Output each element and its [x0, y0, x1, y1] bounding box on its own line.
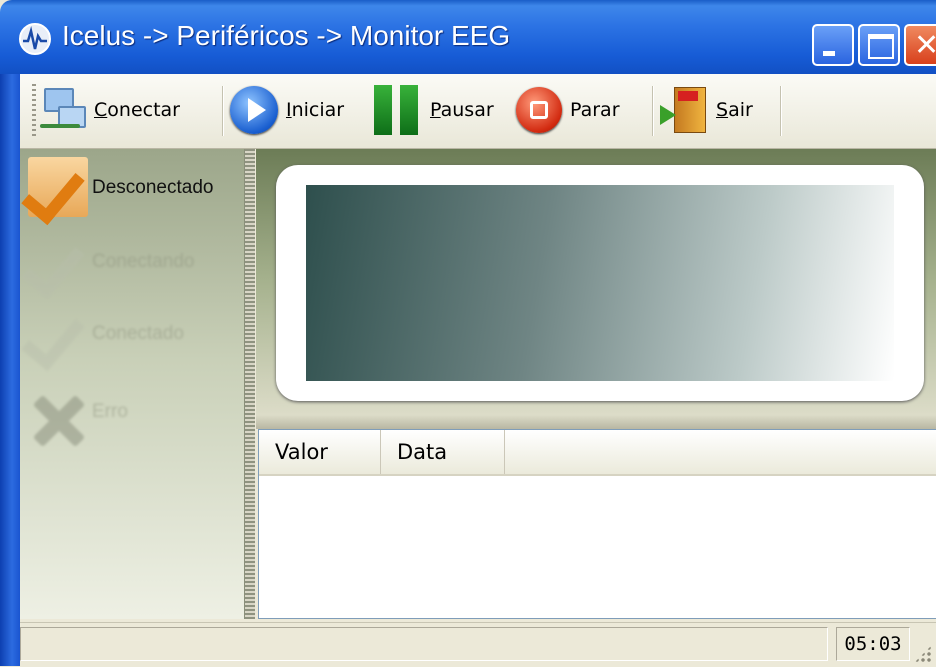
close-icon: ✕: [914, 28, 936, 63]
pausar-label: Pausar: [430, 99, 494, 121]
sair-label: Sair: [716, 99, 753, 121]
sair-button[interactable]: Sair: [660, 80, 753, 140]
status-label: Conectado: [92, 323, 184, 344]
toolbar: Conectar Iniciar Pausar Parar Sair: [20, 74, 936, 149]
status-conectado: Conectado: [21, 299, 244, 372]
conectar-label: Conectar: [94, 99, 180, 121]
checkmark-icon: [21, 157, 88, 226]
checkmark-icon: [21, 303, 88, 372]
status-time: 05:03: [836, 627, 910, 661]
resize-grip-icon[interactable]: [914, 645, 932, 663]
status-label: Erro: [92, 401, 128, 422]
eeg-graph-canvas[interactable]: [306, 185, 894, 381]
parar-button[interactable]: Parar: [516, 80, 620, 140]
close-button[interactable]: ✕: [904, 24, 936, 66]
readings-list[interactable]: Valor Data: [258, 429, 936, 619]
parar-label: Parar: [570, 99, 620, 121]
column-header-data[interactable]: Data: [381, 430, 505, 474]
play-icon: [230, 86, 278, 134]
status-message: [20, 627, 828, 661]
list-header: Valor Data: [259, 430, 936, 476]
toolbar-grip[interactable]: [32, 84, 36, 138]
toolbar-separator: [652, 86, 654, 136]
status-erro: Erro: [26, 387, 244, 453]
exit-door-icon: [660, 85, 708, 135]
title-bar[interactable]: Icelus -> Periféricos -> Monitor EEG ✕: [0, 0, 936, 74]
iniciar-label: Iniciar: [286, 99, 345, 121]
window-title: Icelus -> Periféricos -> Monitor EEG: [62, 20, 511, 51]
network-computers-icon: [38, 86, 86, 134]
vertical-splitter[interactable]: [245, 149, 255, 619]
x-mark-icon: [28, 391, 88, 451]
pausar-button[interactable]: Pausar: [372, 80, 494, 140]
status-label: Conectando: [92, 251, 195, 272]
eeg-graph-panel: [256, 149, 936, 415]
status-label: Desconectado: [92, 177, 214, 198]
window-border: [0, 74, 20, 666]
status-conectando: Conectando: [21, 227, 244, 300]
status-desconectado: Desconectado: [21, 153, 244, 226]
graph-frame: [276, 165, 924, 401]
connection-status-panel: Desconectado Conectando Conectado Erro: [20, 149, 245, 619]
horizontal-splitter[interactable]: [256, 415, 936, 429]
stop-icon: [516, 87, 562, 133]
conectar-button[interactable]: Conectar: [38, 80, 180, 140]
minimize-button[interactable]: [812, 24, 854, 66]
column-header-valor[interactable]: Valor: [259, 430, 381, 474]
toolbar-separator: [780, 86, 782, 136]
checkmark-icon: [21, 231, 88, 300]
eeg-wave-icon: [19, 23, 51, 55]
pause-icon: [372, 85, 422, 135]
status-bar: 05:03: [20, 622, 936, 667]
iniciar-button[interactable]: Iniciar: [230, 80, 344, 140]
toolbar-separator: [222, 86, 224, 136]
maximize-button[interactable]: [858, 24, 900, 66]
